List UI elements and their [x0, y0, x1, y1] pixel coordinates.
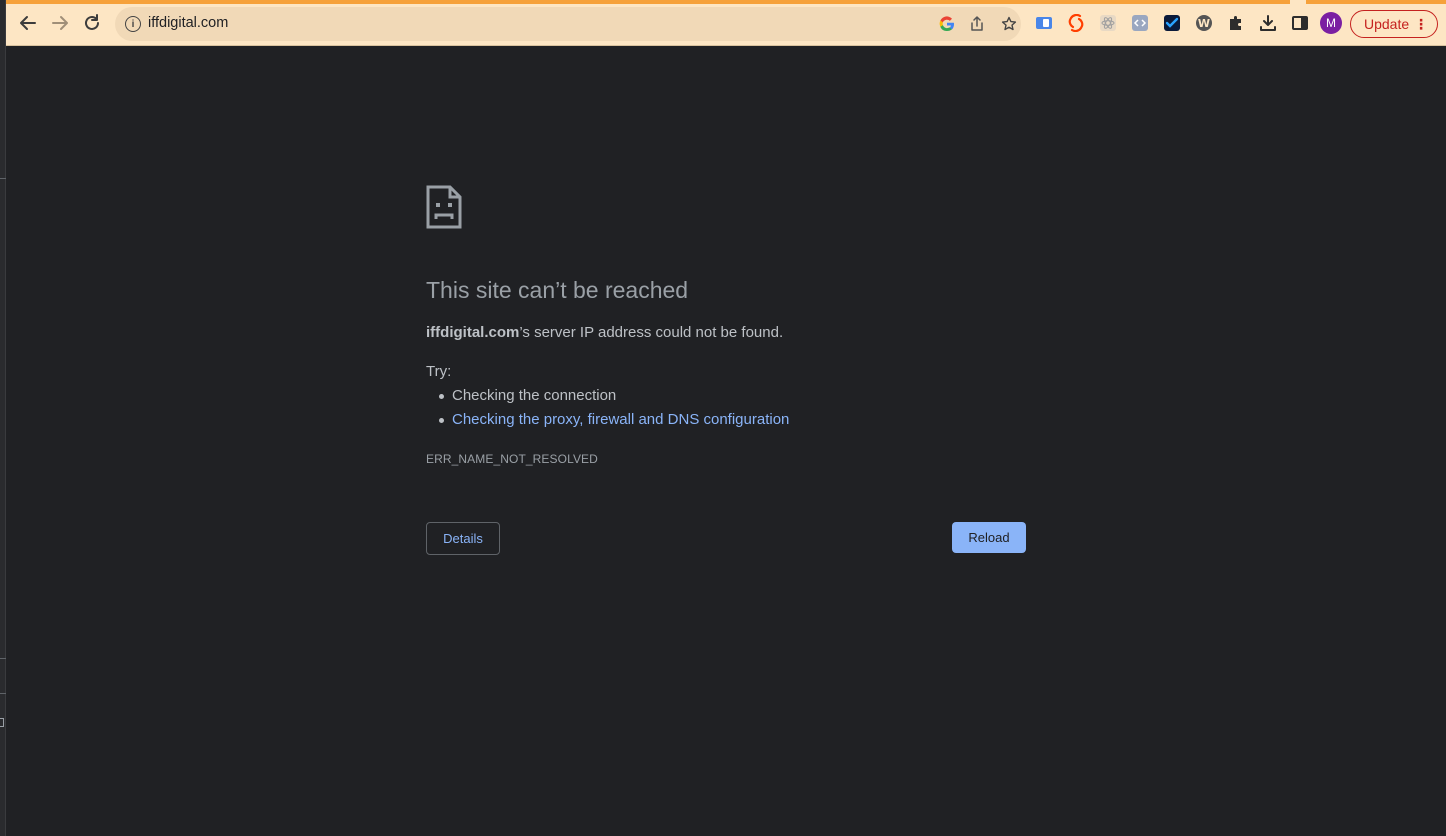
suggestion-item: Checking the connection — [439, 387, 1052, 404]
profile-avatar[interactable]: M — [1320, 12, 1342, 34]
edge-divider — [0, 693, 6, 694]
try-label: Try: — [426, 363, 452, 380]
bullet — [439, 418, 444, 423]
error-description: iffdigital.com’s server IP address could… — [426, 324, 1026, 341]
update-label: Update — [1364, 16, 1410, 32]
error-host: iffdigital.com — [426, 324, 520, 341]
download-icon[interactable] — [1258, 13, 1278, 33]
url-text[interactable]: iffdigital.com — [148, 15, 228, 31]
svg-text:W: W — [1198, 17, 1210, 30]
bullet — [439, 394, 444, 399]
extension-wordpress-icon[interactable]: W — [1194, 13, 1214, 33]
edge-divider — [0, 178, 6, 179]
puzzle-icon[interactable] — [1226, 13, 1246, 33]
back-arrow-icon[interactable] — [16, 11, 40, 35]
suggestion-link-text[interactable]: Checking the proxy, firewall and DNS con… — [452, 411, 789, 428]
sad-page-icon — [426, 185, 462, 229]
star-icon[interactable] — [999, 14, 1019, 34]
error-code: ERR_NAME_NOT_RESOLVED — [426, 452, 598, 466]
share-icon[interactable] — [967, 14, 987, 34]
extension-checkmark-icon[interactable] — [1162, 13, 1182, 33]
error-message: ’s server IP address could not be found. — [519, 324, 784, 341]
extension-react-icon[interactable] — [1098, 13, 1118, 33]
left-window-edge — [0, 0, 6, 836]
extension-translate-icon[interactable] — [1034, 13, 1054, 33]
edge-divider — [0, 658, 6, 659]
tab-accent-bar — [1306, 0, 1446, 4]
reload-button[interactable]: Reload — [952, 522, 1026, 553]
update-button[interactable]: Update ⋮ — [1350, 10, 1438, 38]
suggestion-text: Checking the connection — [452, 387, 617, 404]
extension-code-icon[interactable] — [1130, 13, 1150, 33]
details-button[interactable]: Details — [426, 522, 500, 555]
address-bar[interactable]: i iffdigital.com — [115, 7, 1021, 41]
side-panel-icon[interactable] — [1290, 13, 1310, 33]
suggestion-link[interactable]: Checking the proxy, firewall and DNS con… — [439, 411, 1052, 428]
kebab-menu-icon[interactable]: ⋮ — [1414, 16, 1428, 33]
extension-svelte-icon[interactable] — [1066, 13, 1086, 33]
google-icon[interactable] — [937, 14, 957, 34]
browser-toolbar: i iffdigital.com W M Update ⋮ — [6, 0, 1446, 46]
tab-accent-bar — [6, 0, 1290, 4]
edge-bracket-icon — [0, 718, 4, 727]
forward-arrow-icon[interactable] — [48, 11, 72, 35]
info-icon[interactable]: i — [125, 16, 141, 32]
error-title: This site can’t be reached — [426, 277, 689, 303]
reload-icon[interactable] — [80, 11, 104, 35]
